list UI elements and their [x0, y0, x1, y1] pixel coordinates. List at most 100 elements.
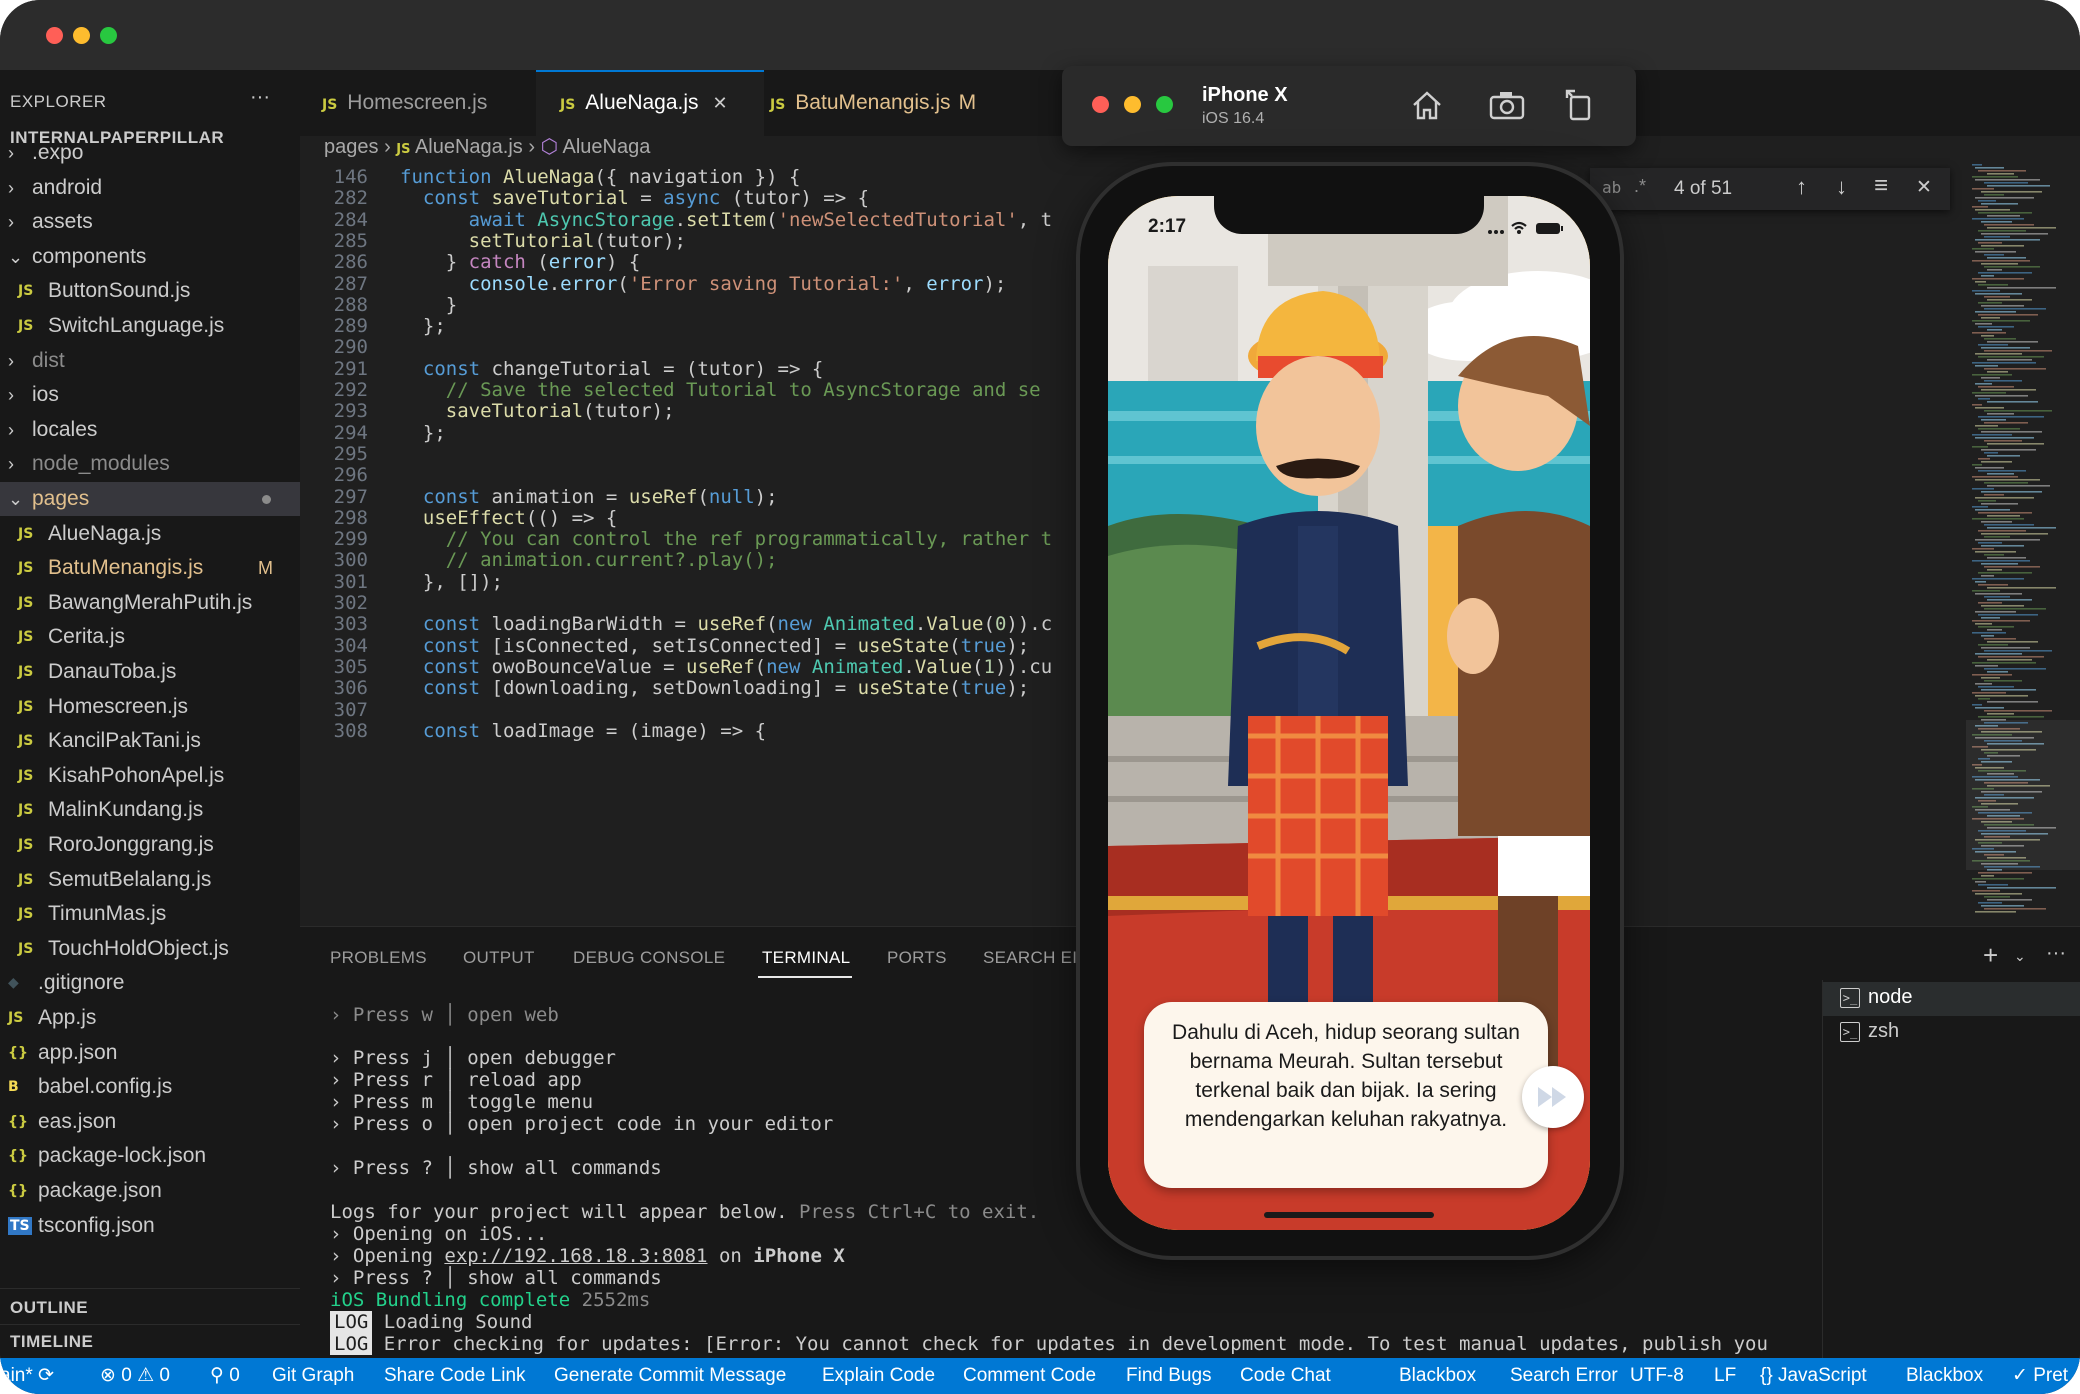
- terminal-item-node[interactable]: >_ node: [1822, 982, 2080, 1016]
- minimap-viewport: [1966, 720, 2080, 870]
- tree-item[interactable]: › locales: [0, 413, 300, 447]
- breadcrumb-file[interactable]: AlueNaga.js: [415, 136, 523, 158]
- status-item[interactable]: Generate Commit Message: [554, 1358, 786, 1394]
- tree-item[interactable]: JS App.js: [0, 1001, 300, 1035]
- minimize-window-button[interactable]: [73, 27, 90, 44]
- tab-batumenangis[interactable]: JS BatuMenangis.js M: [770, 70, 976, 136]
- terminal-item-zsh[interactable]: >_ zsh: [1822, 1016, 2080, 1050]
- tree-item[interactable]: JS TimunMas.js: [0, 897, 300, 931]
- tree-item[interactable]: Bbabel.config.js: [0, 1070, 300, 1104]
- modified-badge: M: [958, 91, 977, 114]
- match-word-icon[interactable]: ab: [1602, 178, 1621, 197]
- tree-item[interactable]: JS TouchHoldObject.js: [0, 932, 300, 966]
- tree-item[interactable]: JS ButtonSound.js: [0, 274, 300, 308]
- minimap-line: [1975, 251, 2016, 253]
- tree-item[interactable]: ⌄ pages: [0, 482, 300, 516]
- panel-more-icon[interactable]: ···: [2046, 942, 2066, 965]
- close-window-button[interactable]: [46, 27, 63, 44]
- tree-item[interactable]: JS Cerita.js: [0, 620, 300, 654]
- tree-item[interactable]: JS SwitchLanguage.js: [0, 309, 300, 343]
- minimap-line: [1972, 632, 2006, 634]
- tree-item[interactable]: › node_modules: [0, 447, 300, 481]
- tree-item[interactable]: › .expo: [0, 136, 300, 170]
- tree-item[interactable]: {} package-lock.json: [0, 1139, 300, 1173]
- ports-indicator[interactable]: ⚲ 0: [210, 1358, 240, 1394]
- minimap-line: [1978, 386, 2014, 388]
- tab-terminal[interactable]: TERMINAL: [762, 948, 850, 968]
- tree-item[interactable]: ⌄ components: [0, 240, 300, 274]
- status-item[interactable]: Code Chat: [1240, 1358, 1331, 1394]
- tree-item[interactable]: JS BawangMerahPutih.js: [0, 586, 300, 620]
- tab-close-icon[interactable]: ✕: [713, 93, 728, 113]
- zoom-simulator-button[interactable]: [1156, 96, 1173, 113]
- minimap-line: [1975, 395, 2028, 397]
- status-item[interactable]: Git Graph: [272, 1358, 354, 1394]
- tree-item[interactable]: {} app.json: [0, 1036, 300, 1070]
- status-item[interactable]: Share Code Link: [384, 1358, 526, 1394]
- breadcrumb-folder[interactable]: pages: [324, 136, 379, 158]
- tree-item[interactable]: › android: [0, 171, 300, 205]
- next-match-icon[interactable]: ↓: [1836, 174, 1847, 200]
- blackbox-indicator[interactable]: Blackbox: [1906, 1358, 1983, 1394]
- status-item[interactable]: Find Bugs: [1126, 1358, 1212, 1394]
- next-page-button[interactable]: [1522, 1066, 1584, 1128]
- tree-item[interactable]: TS tsconfig.json: [0, 1209, 300, 1243]
- tree-item[interactable]: JS Homescreen.js: [0, 690, 300, 724]
- prettier-indicator[interactable]: ✓ Pret: [2012, 1358, 2068, 1394]
- tab-output[interactable]: OUTPUT: [463, 948, 535, 968]
- exp-url-link[interactable]: exp://192.168.18.3:8081: [444, 1245, 707, 1267]
- simulator-screen[interactable]: 2:17 Dahulu di Aceh, hidup seorang sulta…: [1108, 196, 1590, 1230]
- tree-item[interactable]: JS SemutBelalang.js: [0, 863, 300, 897]
- breadcrumb-symbol[interactable]: AlueNaga: [562, 136, 650, 158]
- rotate-icon[interactable]: [1562, 86, 1596, 122]
- tree-item[interactable]: JS BatuMenangis.js M: [0, 551, 300, 585]
- tab-ports[interactable]: PORTS: [887, 948, 947, 968]
- eol-indicator[interactable]: LF: [1714, 1358, 1736, 1394]
- tree-item[interactable]: JS AlueNaga.js: [0, 517, 300, 551]
- tab-homescreen[interactable]: JS Homescreen.js: [322, 70, 487, 136]
- screenshot-icon[interactable]: [1488, 88, 1526, 122]
- tab-aluenaga[interactable]: JS AlueNaga.js ✕: [536, 70, 764, 136]
- status-item[interactable]: Comment Code: [963, 1358, 1096, 1394]
- tree-item[interactable]: JS DanauToba.js: [0, 655, 300, 689]
- previous-match-icon[interactable]: ↑: [1796, 174, 1807, 200]
- minimize-simulator-button[interactable]: [1124, 96, 1141, 113]
- home-icon[interactable]: [1410, 88, 1444, 122]
- tab-debug-console[interactable]: DEBUG CONSOLE: [573, 948, 725, 968]
- close-find-icon[interactable]: ✕: [1916, 176, 1932, 199]
- branch-indicator[interactable]: ain* ⟳: [0, 1358, 54, 1394]
- minimap[interactable]: [1966, 160, 2080, 926]
- find-in-selection-icon[interactable]: ≡: [1874, 172, 1888, 200]
- status-item[interactable]: Search Error: [1510, 1358, 1618, 1394]
- explorer-more-button[interactable]: ···: [250, 86, 270, 109]
- close-simulator-button[interactable]: [1092, 96, 1109, 113]
- status-item[interactable]: Explain Code: [822, 1358, 935, 1394]
- home-indicator[interactable]: [1264, 1212, 1434, 1218]
- code-line: console.error('Error saving Tutorial:', …: [468, 272, 1007, 295]
- log-badge: LOG: [330, 1311, 373, 1333]
- tree-item[interactable]: › ios: [0, 378, 300, 412]
- encoding-indicator[interactable]: UTF-8: [1630, 1358, 1684, 1394]
- regex-icon[interactable]: .*: [1634, 176, 1646, 197]
- tree-item[interactable]: › dist: [0, 344, 300, 378]
- terminal-line: › Press ? │ show all commands: [330, 1157, 662, 1179]
- new-terminal-icon[interactable]: +: [1983, 940, 1998, 971]
- tree-item[interactable]: JS MalinKundang.js: [0, 793, 300, 827]
- tree-item[interactable]: › assets: [0, 205, 300, 239]
- tree-item[interactable]: JS KisahPohonApel.js: [0, 759, 300, 793]
- status-item[interactable]: Blackbox: [1399, 1358, 1476, 1394]
- zoom-window-button[interactable]: [100, 27, 117, 44]
- tree-item[interactable]: JS KancilPakTani.js: [0, 724, 300, 758]
- language-indicator[interactable]: {} JavaScript: [1760, 1358, 1867, 1394]
- tree-item[interactable]: {} package.json: [0, 1174, 300, 1208]
- tree-item[interactable]: {} eas.json: [0, 1105, 300, 1139]
- outline-section[interactable]: OUTLINE: [10, 1298, 88, 1318]
- tab-problems[interactable]: PROBLEMS: [330, 948, 427, 968]
- timeline-section[interactable]: TIMELINE: [10, 1332, 93, 1352]
- tree-item[interactable]: ◆ .gitignore: [0, 966, 300, 1000]
- minimap-line: [1981, 275, 1994, 277]
- problems-indicator[interactable]: ⊗ 0 ⚠ 0: [100, 1358, 170, 1394]
- tab-search-editor[interactable]: SEARCH EI: [983, 948, 1077, 968]
- tree-item[interactable]: JS RoroJonggrang.js: [0, 828, 300, 862]
- chevron-down-icon[interactable]: ⌄: [2014, 948, 2026, 965]
